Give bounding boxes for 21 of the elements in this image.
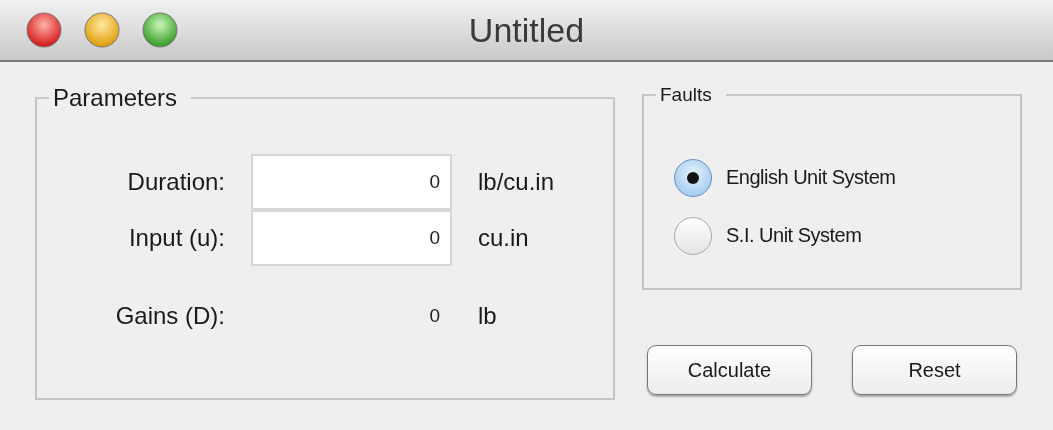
field-label: Duration: xyxy=(127,168,225,196)
radio-button[interactable] xyxy=(674,158,712,197)
unit-label: lb xyxy=(478,302,498,330)
input-field[interactable]: 0 xyxy=(251,154,452,210)
window-control-icon[interactable] xyxy=(26,12,62,48)
radio-button[interactable] xyxy=(674,216,712,255)
input-field[interactable]: 0 xyxy=(251,210,452,266)
radio-label: S.I. Unit System xyxy=(726,224,862,247)
reset-button[interactable]: Reset xyxy=(852,345,1017,395)
radio-label: English Unit System xyxy=(726,166,896,189)
window-title: Untitled xyxy=(468,10,585,49)
window-control-icon[interactable] xyxy=(142,12,178,48)
calculate-button[interactable]: Calculate xyxy=(647,345,812,395)
field-label: Gains (D): xyxy=(115,302,225,330)
output-value: 0 xyxy=(429,305,441,327)
field-label: Input (u): xyxy=(128,224,225,252)
window-control-icon[interactable] xyxy=(84,12,120,48)
panel-title: Faults xyxy=(659,84,713,106)
panel-title: Parameters xyxy=(52,84,179,112)
unit-label: lb/cu.in xyxy=(478,168,556,196)
unit-label: cu.in xyxy=(478,224,530,252)
